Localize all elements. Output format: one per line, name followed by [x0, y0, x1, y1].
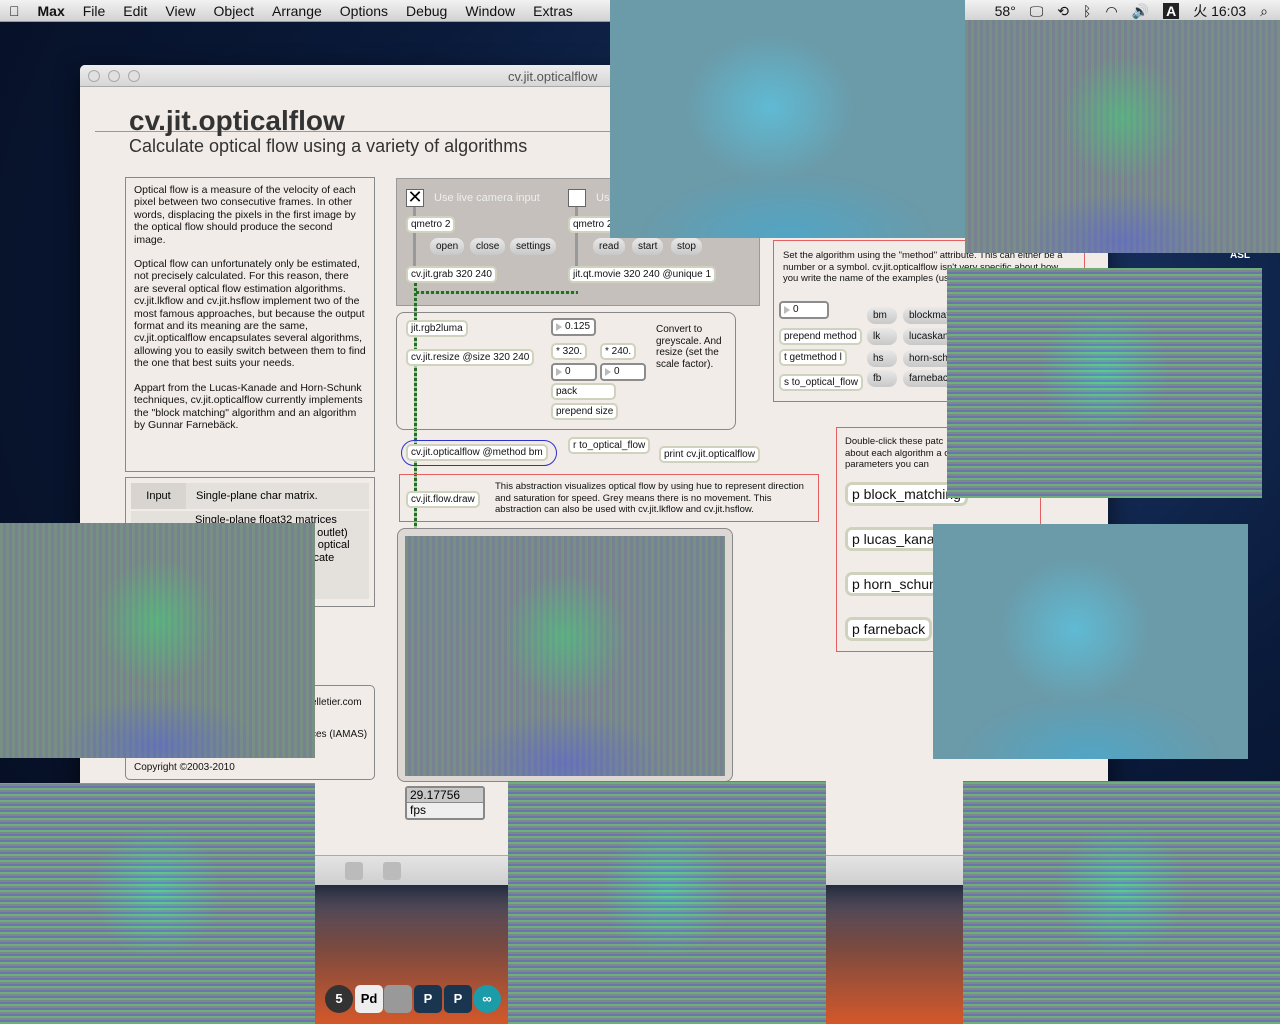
method-hs-message[interactable]: hs	[867, 350, 897, 367]
io-input-label: Input	[131, 483, 186, 509]
multiply-320[interactable]: * 320.	[551, 343, 588, 360]
spotlight-icon[interactable]: ⌕	[1260, 3, 1268, 20]
display-icon[interactable]: 🖵	[1030, 3, 1044, 20]
grab-object[interactable]: cv.jit.grab 320 240	[406, 266, 497, 283]
send-object[interactable]: s to_optical_flow	[779, 374, 863, 391]
description-paragraph: Optical flow is a measure of the velocit…	[134, 184, 356, 246]
fps-label: fps	[410, 803, 427, 817]
io-input-value: Single-plane char matrix.	[196, 490, 318, 502]
dock-app-arduino[interactable]: ∞	[473, 985, 501, 1013]
credits-institution: ces (IAMAS)	[311, 729, 368, 740]
rgb2luma-object[interactable]: jit.rgb2luma	[406, 320, 468, 337]
video-window[interactable]	[965, 20, 1280, 253]
close-button[interactable]	[88, 70, 100, 82]
dock-app-processing[interactable]: P	[414, 985, 442, 1013]
grid-icon[interactable]	[345, 862, 363, 880]
minimize-button[interactable]	[108, 70, 120, 82]
prepend-size-object[interactable]: prepend size	[551, 403, 619, 420]
video-window[interactable]	[0, 523, 315, 758]
fps-display: 29.17756 fps	[405, 786, 485, 820]
clock[interactable]: 火 16:03	[1193, 1, 1246, 21]
status-area: 58° 🖵 ⟲ ᛒ ◠ 🔊 A 火 16:03 ⌕	[995, 0, 1268, 22]
zoom-button[interactable]	[128, 70, 140, 82]
description-paragraph: Appart from the Lucas-Kanade and Horn-Sc…	[134, 381, 363, 431]
time-machine-icon[interactable]: ⟲	[1057, 3, 1069, 20]
subpatch-farneback[interactable]: p farneback	[845, 617, 933, 641]
apple-menu-icon[interactable]: 	[0, 3, 29, 19]
palette-icon[interactable]	[383, 862, 401, 880]
dock-app-cube-icon[interactable]	[384, 985, 412, 1013]
temperature[interactable]: 58°	[995, 3, 1016, 19]
window-title: cv.jit.opticalflow	[508, 69, 598, 84]
camera-toggle-label: Use live camera input	[434, 192, 540, 204]
method-fb-message[interactable]: fb	[867, 370, 897, 387]
menu-file[interactable]: File	[74, 3, 115, 19]
video-window[interactable]	[610, 0, 965, 238]
volume-icon[interactable]: 🔊	[1132, 3, 1149, 20]
prepend-method-object[interactable]: prepend method	[779, 328, 862, 345]
description-paragraph: Optical flow can unfortunately only be e…	[134, 258, 366, 370]
resize-object[interactable]: cv.jit.resize @size 320 240	[406, 349, 535, 366]
video-window[interactable]	[947, 268, 1262, 498]
menu-object[interactable]: Object	[205, 3, 263, 19]
multiply-240[interactable]: * 240.	[600, 343, 637, 360]
movie-toggle-label: Us	[596, 192, 610, 204]
copyright: Copyright ©2003-2010	[134, 762, 235, 773]
description-panel: Optical flow is a measure of the velocit…	[125, 177, 375, 472]
fps-value: 29.17756	[407, 788, 483, 803]
flow-video-display	[405, 536, 725, 776]
start-message[interactable]: start	[632, 238, 664, 255]
menu-arrange[interactable]: Arrange	[263, 3, 331, 19]
scale-number[interactable]: 0.125	[551, 318, 596, 336]
width-number[interactable]: 0	[551, 363, 597, 381]
video-window[interactable]	[508, 781, 826, 1024]
open-message[interactable]: open	[430, 238, 465, 255]
movie-object[interactable]: jit.qt.movie 320 240 @unique 1	[568, 266, 717, 283]
menu-max[interactable]: Max	[29, 3, 74, 19]
pack-object[interactable]: pack	[551, 383, 616, 400]
resize-comment: Convert to greyscale. And resize (set th…	[656, 324, 722, 370]
menu-edit[interactable]: Edit	[114, 3, 156, 19]
video-window[interactable]	[0, 783, 315, 1024]
matrix-cord	[416, 291, 578, 294]
read-message[interactable]: read	[593, 238, 626, 255]
credits-author: elletier.com	[311, 697, 362, 708]
menu-window[interactable]: Window	[456, 3, 524, 19]
wifi-icon[interactable]: ◠	[1105, 3, 1117, 20]
menu-options[interactable]: Options	[331, 3, 397, 19]
camera-toggle[interactable]: ✕	[406, 188, 424, 207]
dock-app-processing-2[interactable]: P	[444, 985, 472, 1013]
menu-extras[interactable]: Extras	[524, 3, 582, 19]
qmetro-camera[interactable]: qmetro 2	[406, 216, 456, 233]
close-message[interactable]: close	[470, 238, 506, 255]
bluetooth-icon[interactable]: ᛒ	[1083, 3, 1091, 19]
flowdraw-object[interactable]: cv.jit.flow.draw	[406, 491, 480, 508]
video-window[interactable]	[963, 781, 1280, 1024]
menu-debug[interactable]: Debug	[397, 3, 456, 19]
settings-message[interactable]: settings	[510, 238, 557, 255]
dock-app-5[interactable]: 5	[325, 985, 353, 1013]
menu-view[interactable]: View	[156, 3, 204, 19]
method-number[interactable]: 0	[779, 301, 829, 319]
stop-message[interactable]: stop	[671, 238, 702, 255]
page-subtitle: Calculate optical flow using a variety o…	[129, 136, 528, 156]
print-object[interactable]: print cv.jit.opticalflow	[659, 446, 760, 463]
method-bm-message[interactable]: bm	[867, 307, 897, 324]
page-title: cv.jit.opticalflow	[129, 105, 345, 136]
dock-app-pd[interactable]: Pd	[355, 985, 383, 1013]
input-method-icon[interactable]: A	[1163, 3, 1180, 19]
flowdraw-comment: This abstraction visualizes optical flow…	[495, 481, 804, 515]
video-window[interactable]	[933, 524, 1248, 759]
trigger-object[interactable]: t getmethod l	[779, 349, 847, 366]
height-number[interactable]: 0	[600, 363, 646, 381]
method-lk-message[interactable]: lk	[867, 328, 897, 345]
movie-toggle[interactable]	[568, 189, 586, 207]
receive-object[interactable]: r to_optical_flow	[568, 437, 651, 454]
opticalflow-object[interactable]: cv.jit.opticalflow @method bm	[406, 444, 548, 461]
